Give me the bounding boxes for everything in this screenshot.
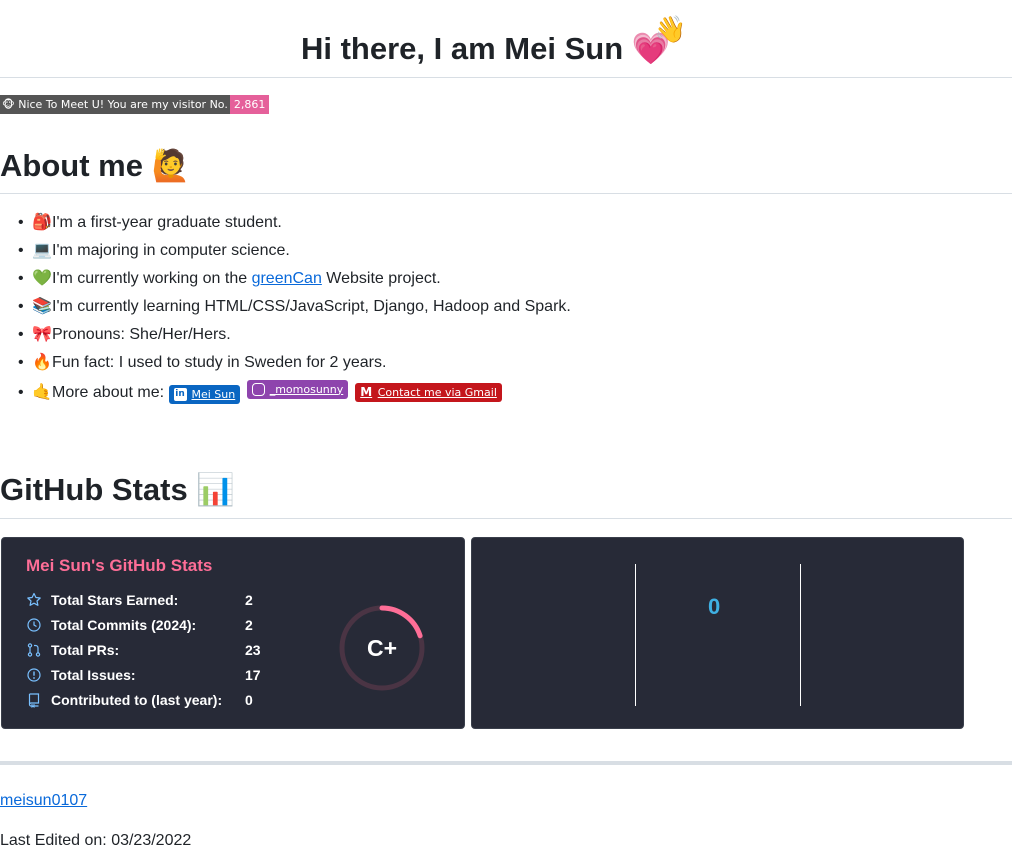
stat-row-prs: Total PRs: 23 [26, 640, 261, 660]
rank-grade: C+ [366, 635, 398, 661]
ribbon-icon: 🎀 [32, 326, 52, 343]
list-item: 🎒I'm a first-year graduate student. [18, 210, 718, 238]
fire-icon: 🔥 [32, 354, 52, 371]
stat-value: 0 [245, 692, 253, 708]
stat-label: Total Commits (2024): [51, 617, 197, 633]
issue-icon [27, 668, 41, 682]
greencan-link[interactable]: greenCan [252, 270, 322, 287]
instagram-badge[interactable]: _momosunny [246, 380, 349, 399]
list-item-text: I'm currently learning HTML/CSS/JavaScri… [52, 298, 571, 315]
list-item: 💻I'm majoring in computer science. [18, 238, 718, 266]
last-edited-text: Last Edited on: 03/23/2022 [0, 832, 192, 849]
visitor-count: 2,861 [229, 95, 270, 114]
about-divider [0, 193, 1012, 194]
list-item-text: I'm majoring in computer science. [52, 242, 290, 259]
list-item-text: More about me: [52, 384, 169, 401]
stat-value: 2 [245, 617, 253, 633]
stat-value: 17 [245, 667, 261, 683]
about-list: 🎒I'm a first-year graduate student. 💻I'm… [18, 210, 718, 410]
visitor-badge-text: Nice To Meet U! You are my visitor No. [18, 98, 228, 111]
about-heading-text: About me [0, 148, 143, 183]
stat-row-issues: Total Issues: 17 [26, 665, 261, 685]
about-heading: About me 🙋 [0, 147, 190, 185]
raising-hand-icon: 🙋 [151, 148, 191, 183]
list-item-text: Pronouns: She/Her/Hers. [52, 326, 231, 343]
call-me-hand-icon: 🤙 [32, 384, 52, 401]
list-item-text: I'm a first-year graduate student. [52, 214, 282, 231]
stats-divider [0, 518, 1012, 519]
list-item-text: Fun fact: I used to study in Sweden for … [52, 354, 387, 371]
page-title-text: Hi there, I am Mei Sun [301, 31, 624, 66]
instagram-badge-label: _momosunny [269, 382, 344, 396]
stats-card-title: Mei Sun's GitHub Stats [26, 556, 213, 575]
star-icon [27, 592, 41, 606]
bar-chart-icon: 📊 [196, 472, 235, 507]
username-link[interactable]: meisun0107 [0, 792, 87, 810]
list-item: 💚I'm currently working on the greenCan W… [18, 266, 718, 294]
repo-icon [28, 693, 40, 708]
instagram-icon [251, 383, 265, 396]
gmail-icon: M [360, 385, 373, 399]
github-streak-card[interactable]: 0 [471, 537, 964, 729]
gmail-badge[interactable]: M Contact me via Gmail [354, 383, 502, 402]
list-item: 🎀Pronouns: She/Her/Hers. [18, 322, 718, 350]
green-heart-icon: 💚 [32, 270, 52, 287]
visitor-badge-label: 🐵 Nice To Meet U! You are my visitor No. [0, 95, 230, 114]
stat-value: 2 [245, 592, 253, 608]
linkedin-badge-label: Mei Sun [191, 387, 236, 401]
backpack-icon: 🎒 [32, 214, 52, 231]
list-item: 🔥Fun fact: I used to study in Sweden for… [18, 350, 718, 378]
list-item-text: I'm currently working on the [52, 270, 252, 287]
title-section: Hi there, I am Mei Sun 💗 👋 [0, 0, 1012, 78]
streak-divider-left [635, 564, 636, 706]
stat-row-contributed: Contributed to (last year): 0 [26, 690, 253, 710]
streak-divider-right [800, 564, 801, 706]
stats-heading-text: GitHub Stats [0, 472, 188, 507]
linkedin-icon: in [173, 388, 187, 401]
list-item-text: Website project. [321, 270, 441, 287]
stats-heading: GitHub Stats 📊 [0, 471, 235, 509]
stat-value: 23 [245, 642, 261, 658]
streak-value: 0 [708, 594, 721, 619]
list-item: 📚I'm currently learning HTML/CSS/JavaScr… [18, 294, 718, 322]
stat-label: Total Issues: [51, 667, 136, 683]
history-icon [27, 618, 41, 632]
pull-request-icon [27, 643, 41, 657]
visitor-badge[interactable]: 🐵 Nice To Meet U! You are my visitor No.… [0, 95, 270, 114]
stat-label: Total PRs: [51, 642, 120, 658]
footer-divider [0, 761, 1012, 765]
linkedin-badge[interactable]: in Mei Sun [168, 385, 241, 404]
stat-label: Total Stars Earned: [51, 592, 179, 608]
github-stats-card[interactable]: Mei Sun's GitHub Stats Total Stars Earne… [1, 537, 465, 729]
page-title: Hi there, I am Mei Sun 💗 [301, 30, 670, 68]
monkey-icon: 🐵 [2, 98, 15, 111]
wave-icon: 👋 [654, 14, 687, 44]
books-icon: 📚 [32, 298, 52, 315]
stat-label: Contributed to (last year): [51, 692, 223, 708]
gmail-badge-label: Contact me via Gmail [377, 385, 497, 399]
stat-row-stars: Total Stars Earned: 2 [26, 590, 253, 610]
laptop-icon: 💻 [32, 242, 52, 259]
stat-row-commits: Total Commits (2024): 2 [26, 615, 253, 635]
list-item: 🤙More about me: in Mei Sun _momosunny M Co… [18, 378, 718, 410]
